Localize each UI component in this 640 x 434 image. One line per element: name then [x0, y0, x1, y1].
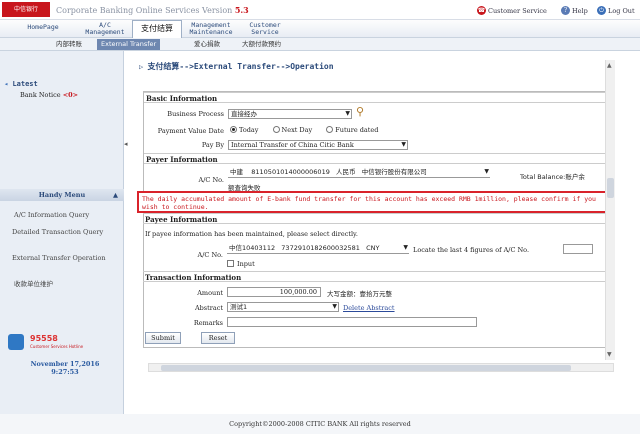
- radio-future-dated[interactable]: Future dated: [326, 126, 378, 134]
- locate-label: Locate the last 4 figures of A/C No.: [413, 246, 530, 254]
- subtab-large-payment[interactable]: 大额付款预约: [238, 39, 285, 50]
- tab-ac-management[interactable]: A/C Management: [82, 20, 128, 38]
- limit-warning-alert: The daily accumulated amount of E-bank f…: [137, 191, 607, 213]
- abstract-select[interactable]: 测试1 ▼: [227, 302, 339, 312]
- customer-service-link[interactable]: ☎ Customer Service: [477, 6, 547, 15]
- main-content: ▷ 支付结算-->External Transfer-->Operation B…: [131, 51, 621, 414]
- amount-label: Amount: [197, 289, 223, 297]
- form-lower: Payee Information If payee information h…: [143, 213, 613, 348]
- section-payee-info: Payee Information: [143, 213, 613, 224]
- version-number: 5.3: [234, 5, 249, 15]
- delete-abstract-link[interactable]: Delete Abstract: [343, 304, 395, 312]
- chevron-down-icon: ▼: [401, 141, 406, 148]
- business-process-label: Business Process: [167, 110, 224, 118]
- top-bar: 中信银行 Corporate Banking Online Services V…: [0, 0, 640, 20]
- sidebar-item-payee-maintenance[interactable]: 收款单位维护: [14, 280, 53, 288]
- sidebar-item-ac-info-query[interactable]: A/C Information Query: [14, 211, 89, 219]
- footer-copyright: Copyright©2000-2008 CITIC BANK All right…: [0, 414, 640, 434]
- subtab-internal-transfer[interactable]: 内部转账: [52, 39, 86, 50]
- chevron-down-icon: ▼: [403, 244, 408, 251]
- abstract-label: Abstract: [194, 304, 223, 312]
- payee-ac-label: A/C No.: [197, 251, 223, 259]
- payee-note: If payee information has been maintained…: [145, 230, 358, 238]
- payee-input-checkbox[interactable]: Input: [227, 260, 255, 268]
- sidebar-item-external-transfer[interactable]: External Transfer Operation: [12, 254, 112, 262]
- sub-nav: 内部转账 External Transfer 爱心捐款 大额付款预约: [0, 38, 640, 51]
- vertical-scrollbar[interactable]: ▲ ▼: [605, 60, 615, 360]
- subtab-charity-donation[interactable]: 爱心捐款: [190, 39, 224, 50]
- remarks-label: Remarks: [193, 319, 223, 327]
- pay-by-label: Pay By: [201, 141, 224, 149]
- notice-count: <0>: [62, 91, 79, 99]
- logout-icon: ⏻: [597, 6, 606, 15]
- logout-link[interactable]: ⏻ Log Out: [597, 6, 635, 15]
- value-date-label: Payment Value Date: [157, 127, 224, 135]
- sidebar: ◂ Latest Bank Notice <0> Handy Menu ▲ A/…: [0, 51, 124, 414]
- tab-payment-settlement[interactable]: 支付结算: [132, 20, 182, 38]
- locate-input[interactable]: [563, 244, 593, 254]
- payee-ac-select[interactable]: 中信10403112 7372910182600032581 CNY ▼: [227, 244, 409, 254]
- sidebar-item-detailed-query[interactable]: Detailed Transaction Query: [12, 228, 112, 236]
- chevron-down-icon: ▼: [332, 303, 337, 310]
- amount-in-words: 大写金额：壹拾万元整: [327, 290, 392, 298]
- subtab-external-transfer[interactable]: External Transfer: [97, 39, 161, 50]
- handy-menu-header[interactable]: Handy Menu ▲: [0, 189, 124, 201]
- bank-logo: 中信银行: [2, 2, 50, 17]
- radio-next-day[interactable]: Next Day: [272, 126, 312, 134]
- reset-button[interactable]: Reset: [201, 332, 235, 344]
- latest-heading: ◂ Latest: [4, 80, 38, 88]
- help-icon: ?: [561, 6, 570, 15]
- section-transaction-info: Transaction Information: [143, 271, 613, 282]
- chevron-down-icon: ▼: [484, 168, 489, 175]
- help-link[interactable]: ? Help: [561, 6, 588, 15]
- payer-ac-select[interactable]: 中建 8110501014000006019 人民币 中信银行股份有限公司 ▼: [228, 168, 490, 178]
- submit-button[interactable]: Submit: [145, 332, 181, 344]
- radio-today[interactable]: Today: [230, 126, 258, 134]
- chevron-down-icon: ▼: [345, 110, 350, 117]
- search-icon[interactable]: ⚲: [356, 105, 364, 118]
- tab-customer-service[interactable]: Customer Service: [242, 20, 288, 38]
- business-process-select[interactable]: 直接经办 ▼: [228, 109, 352, 119]
- bank-notice-link[interactable]: Bank Notice <0>: [20, 91, 78, 99]
- horizontal-scrollbar[interactable]: [148, 363, 614, 372]
- app-title: Corporate Banking Online Services Versio…: [56, 5, 249, 15]
- sidebar-toggle-icon[interactable]: ◂: [124, 140, 130, 154]
- payer-balance: Total Balance:账户余: [520, 173, 585, 181]
- value-date-options: Today Next Day Future dated: [230, 126, 378, 134]
- remarks-input[interactable]: [227, 317, 477, 327]
- section-basic-info: Basic Information: [144, 92, 614, 103]
- main-nav: HomePage A/C Management 支付结算 Management …: [0, 20, 640, 38]
- payer-ac-label: A/C No.: [198, 176, 224, 184]
- amount-input[interactable]: 100,000.00: [227, 287, 321, 297]
- breadcrumb: ▷ 支付结算-->External Transfer-->Operation: [139, 62, 334, 71]
- collapse-icon[interactable]: ▲: [113, 189, 118, 201]
- tab-management-maintenance[interactable]: Management Maintenance: [184, 20, 238, 38]
- pay-by-select[interactable]: Internal Transfer of China Citic Bank ▼: [228, 140, 408, 150]
- hotline-caption: Customer Services Hotline: [30, 344, 84, 349]
- hotline-number: 95558: [30, 334, 58, 343]
- hotline-icon: [8, 334, 24, 350]
- phone-icon: ☎: [477, 6, 486, 15]
- tab-homepage[interactable]: HomePage: [20, 20, 66, 38]
- section-payer-info: Payer Information: [144, 153, 614, 164]
- current-date: November 17,2016 9:27:53: [30, 360, 100, 376]
